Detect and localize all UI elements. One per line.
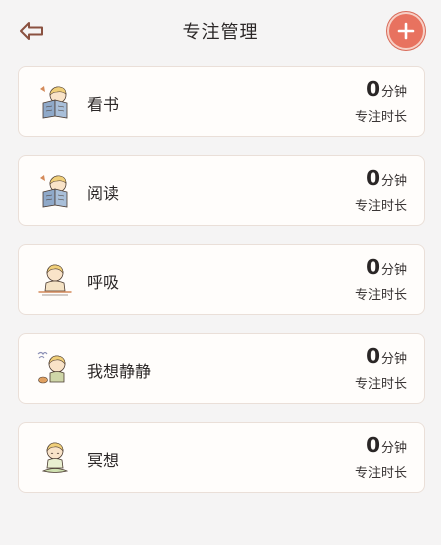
plus-icon	[397, 22, 415, 40]
duration-caption: 专注时长	[354, 199, 407, 214]
activity-name: 看书	[87, 95, 120, 114]
duration-value: 0	[366, 255, 380, 279]
activity-card[interactable]: 呼吸 0分钟 专注时长	[18, 244, 425, 315]
duration-caption: 专注时长	[354, 288, 407, 303]
activity-card[interactable]: 冥想 0分钟 专注时长	[18, 422, 425, 493]
activity-name: 冥想	[87, 451, 120, 470]
reading-character-icon	[40, 86, 68, 119]
focus-duration: 0分钟 专注时长	[355, 435, 407, 481]
duration-caption: 专注时长	[354, 110, 407, 125]
duration-value: 0	[366, 344, 380, 368]
focus-duration: 0分钟 专注时长	[355, 168, 407, 214]
activity-list: 看书 0分钟 专注时长 阅读 0分钟 专注时长 呼吸 0分钟 专注时长 我想静静…	[18, 66, 425, 511]
duration-unit: 分钟	[380, 352, 407, 367]
duration-unit: 分钟	[380, 263, 407, 278]
duration-unit: 分钟	[380, 174, 407, 189]
duration-value: 0	[366, 433, 380, 457]
focus-duration: 0分钟 专注时长	[355, 79, 407, 125]
activity-card[interactable]: 我想静静 0分钟 专注时长	[18, 333, 425, 404]
focus-management-page: 专注管理 看书 0分钟 专注时长 阅读 0分钟 专注时长 呼吸 0分钟 专注时长…	[0, 0, 441, 545]
page-title: 专注管理	[182, 22, 259, 43]
duration-value: 0	[366, 77, 380, 101]
focus-duration: 0分钟 专注时长	[355, 346, 407, 392]
duration-unit: 分钟	[380, 441, 407, 456]
duration-unit: 分钟	[380, 85, 407, 100]
duration-value: 0	[366, 166, 380, 190]
duration-caption: 专注时长	[354, 466, 407, 481]
breathing-character-icon	[38, 264, 72, 296]
quiet-character-icon	[37, 351, 66, 384]
header: 专注管理	[0, 0, 441, 62]
activity-name: 阅读	[87, 184, 120, 203]
activity-name: 呼吸	[87, 273, 120, 292]
add-activity-button[interactable]	[389, 14, 423, 48]
duration-caption: 专注时长	[354, 377, 407, 392]
activity-card[interactable]: 看书 0分钟 专注时长	[18, 66, 425, 137]
focus-duration: 0分钟 专注时长	[355, 257, 407, 303]
reading-character-icon	[40, 175, 68, 208]
activity-card[interactable]: 阅读 0分钟 专注时长	[18, 155, 425, 226]
meditation-character-icon	[41, 442, 69, 473]
activity-name: 我想静静	[87, 362, 152, 381]
